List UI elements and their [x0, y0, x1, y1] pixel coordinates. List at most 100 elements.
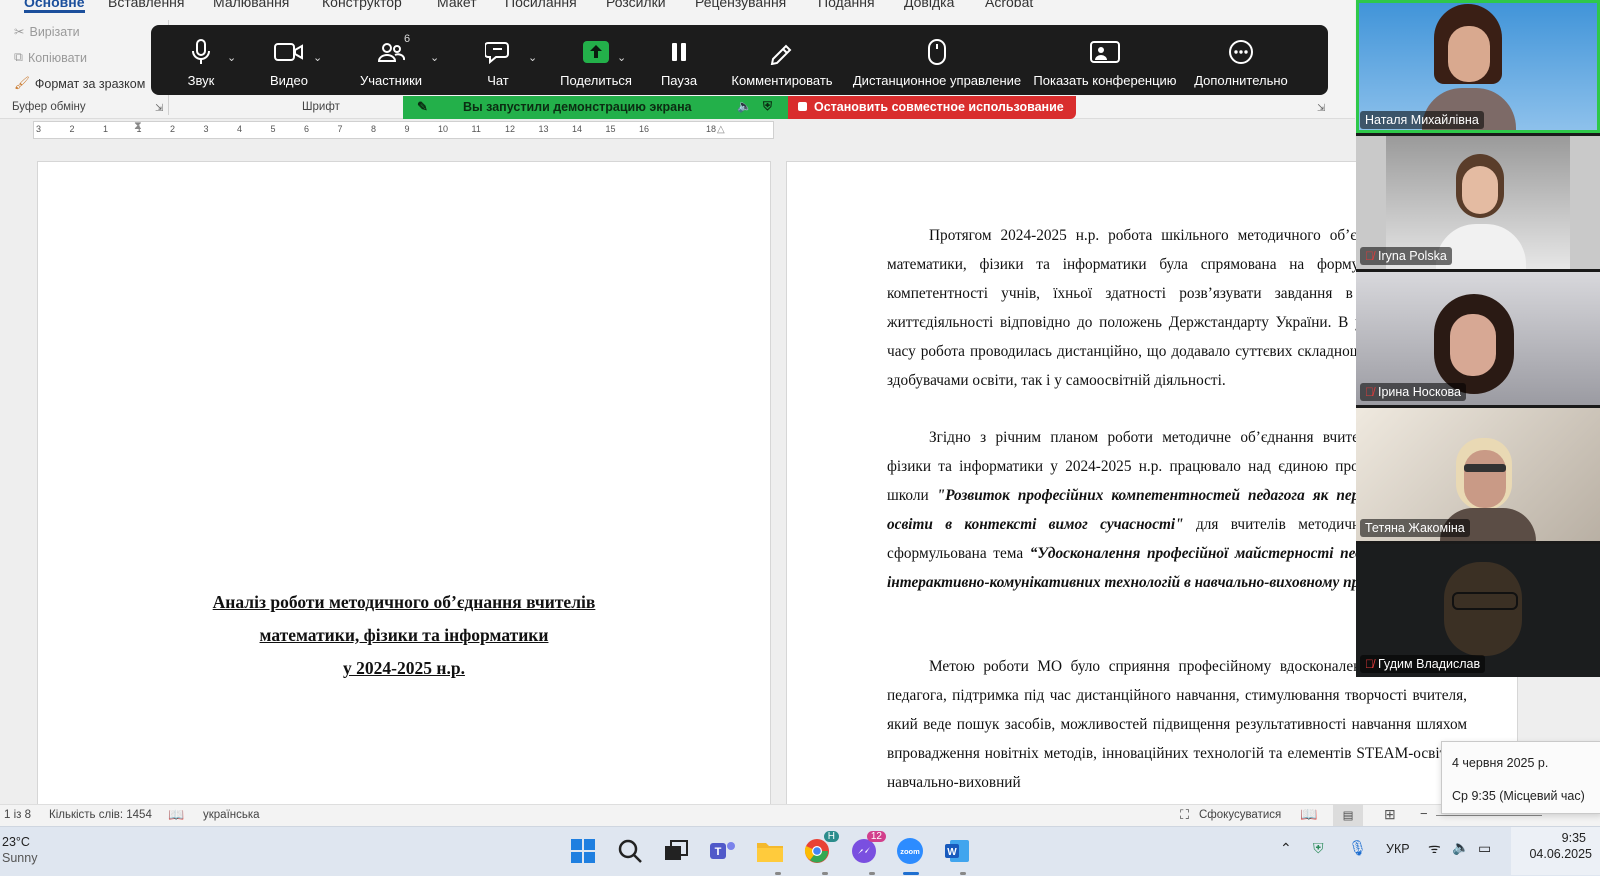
participant-tile[interactable]: 🎙̸ Iryna Polska — [1356, 136, 1600, 269]
ruler-number: 1 — [103, 124, 109, 134]
speaker-icon[interactable]: 🔈 — [737, 99, 752, 113]
word-count[interactable]: Кількість слів: 1454 — [49, 809, 152, 821]
right-indent-marker-icon[interactable]: △ — [717, 124, 725, 135]
audio-button[interactable]: Звук — [173, 25, 229, 95]
mo-theme-text: інтерактивно-комунікативних технологій в… — [887, 573, 1401, 591]
tab-home[interactable]: Основне — [24, 0, 85, 13]
tab-references[interactable]: Посилання — [505, 0, 577, 10]
participant-name: Iryna Polska — [1378, 249, 1447, 263]
clock-tooltip: 4 червня 2025 р. Ср 9:35 (Місцевий час) — [1441, 741, 1600, 814]
ruler-number: 13 — [538, 124, 549, 134]
more-button[interactable]: Дополнительно — [1191, 25, 1291, 95]
tab-acrobat[interactable]: Acrobat — [985, 0, 1033, 10]
chat-button[interactable]: Чат — [473, 25, 523, 95]
tab-design[interactable]: Конструктор — [322, 0, 402, 10]
share-options-caret-icon[interactable]: ⌄ — [617, 51, 626, 64]
ruler-number: 15 — [605, 124, 616, 134]
participant-tile[interactable]: Тетяна Жакоміна — [1356, 408, 1600, 541]
messenger-icon[interactable]: 12 — [848, 831, 886, 867]
read-mode-icon[interactable]: 📖 — [1300, 806, 1317, 823]
proofing-icon[interactable]: 📖 — [168, 807, 184, 823]
clock-button[interactable]: 9:35 04.06.2025 — [1511, 827, 1600, 875]
file-explorer-icon[interactable] — [754, 835, 786, 867]
tab-mailings[interactable]: Розсилки — [606, 0, 666, 10]
focus-button[interactable]: Сфокусуватися — [1199, 809, 1281, 821]
remote-control-button[interactable]: Дистанционное управление — [849, 25, 1025, 95]
chat-options-caret-icon[interactable]: ⌄ — [528, 51, 537, 64]
indent-marker-icon[interactable]: ⧗ — [134, 120, 142, 133]
participant-name-label: 🎙̸ Гудим Владислав — [1360, 655, 1486, 673]
dialog-launcher-icon[interactable]: ⇲ — [155, 103, 163, 114]
tab-layout[interactable]: Макет — [437, 0, 477, 10]
participant-face — [1464, 450, 1506, 508]
task-view-icon[interactable] — [660, 835, 692, 867]
copy-button[interactable]: ⧉ Копіювати — [14, 50, 87, 65]
audio-options-caret-icon[interactable]: ⌄ — [227, 51, 236, 64]
microphone-icon[interactable]: 🎙 — [1348, 839, 1367, 857]
tab-draw[interactable]: Малювання — [213, 0, 289, 10]
show-conference-button[interactable]: Показать конференцию — [1031, 25, 1179, 95]
chevron-up-icon[interactable]: ⌃ — [1280, 840, 1292, 857]
school-theme-text: "Розвиток професійних компетентностей — [936, 486, 1240, 504]
tab-help[interactable]: Довідка — [904, 0, 954, 10]
shield-icon: ⛨ — [763, 99, 773, 113]
document-page-1[interactable]: Аналіз роботи методичного об’єднання вчи… — [37, 161, 771, 813]
zoom-app-icon-label: zoom — [900, 847, 920, 856]
document-title-line-1: Аналіз роботи методичного об’єднання вчи… — [212, 592, 596, 612]
chrome-icon[interactable]: H — [801, 831, 839, 867]
camera-icon — [274, 38, 304, 66]
tab-insert[interactable]: Вставлення — [108, 0, 185, 10]
keyboard-language[interactable]: УКР — [1386, 842, 1410, 856]
share-banner-text: Вы запустили демонстрацию экрана — [463, 100, 692, 114]
chat-label: Чат — [487, 73, 509, 88]
volume-icon[interactable]: 🔈 — [1452, 839, 1469, 856]
dialog-launcher-icon[interactable]: ⇲ — [1317, 103, 1325, 114]
teams-icon[interactable]: T — [707, 835, 739, 867]
tab-view[interactable]: Подання — [818, 0, 875, 10]
zoom-slider[interactable] — [1436, 815, 1542, 816]
stop-share-button[interactable]: Остановить совместное использование — [788, 96, 1076, 119]
windows-start-icon[interactable] — [567, 835, 599, 867]
participant-tile[interactable]: 🎙̸ Ірина Носкова — [1356, 272, 1600, 405]
participants-options-caret-icon[interactable]: ⌄ — [430, 51, 439, 64]
svg-text:W: W — [947, 847, 957, 858]
zoom-app-icon[interactable]: zoom — [894, 835, 926, 867]
ruler-number: 6 — [304, 124, 310, 134]
page-indicator[interactable]: 1 із 8 — [4, 809, 31, 821]
weather-temp: 23°C — [2, 835, 30, 849]
search-icon[interactable] — [614, 835, 646, 867]
pencil-icon — [769, 38, 795, 66]
print-layout-icon[interactable]: ▤ — [1333, 804, 1363, 826]
ruler-number: 18 — [706, 124, 717, 134]
ruler-number: 3 — [203, 124, 209, 134]
participants-button[interactable]: Участники — [356, 25, 426, 95]
format-painter-button[interactable]: 🖌 Формат за зразком — [14, 76, 145, 91]
wifi-icon[interactable]: ᯤ — [1428, 839, 1441, 858]
security-icon[interactable]: ⛨ — [1313, 840, 1324, 857]
ruler-number: 14 — [572, 124, 583, 134]
participant-tile[interactable]: 🎙̸ Гудим Владислав — [1356, 544, 1600, 677]
document-title-line-2: математики, фізики та інформатики — [259, 625, 549, 645]
battery-icon[interactable]: ▭ — [1478, 840, 1491, 857]
zoom-out-icon[interactable]: − — [1420, 806, 1428, 821]
participant-name-label: Тетяна Жакоміна — [1360, 519, 1470, 537]
participant-glasses — [1452, 592, 1518, 610]
annotate-button[interactable]: Комментировать — [729, 25, 835, 95]
word-app-icon[interactable]: W — [941, 835, 973, 867]
web-layout-icon[interactable]: ⊞ — [1384, 806, 1396, 823]
participants-count: 6 — [404, 33, 411, 45]
video-options-caret-icon[interactable]: ⌄ — [313, 51, 322, 64]
show-conference-label: Показать конференцию — [1033, 73, 1177, 88]
language-indicator[interactable]: українська — [203, 809, 260, 821]
ruler-number: 11 — [471, 124, 481, 134]
muted-mic-icon: 🎙̸ — [1365, 249, 1374, 263]
tab-review[interactable]: Рецензування — [695, 0, 786, 10]
pin-icon[interactable]: ✎ — [417, 99, 428, 115]
weather-widget[interactable]: 23°C Sunny — [2, 835, 37, 865]
horizontal-ruler[interactable]: 3 2 1 1 2 3 4 5 6 7 8 9 10 11 12 13 14 15 16 18 ⧗ △ — [33, 120, 774, 139]
cut-button[interactable]: ✂ Вирізати — [14, 24, 80, 40]
video-button[interactable]: Видео — [259, 25, 319, 95]
pause-share-button[interactable]: Пауза — [651, 25, 707, 95]
participant-tile[interactable]: Наталя Михайлівна — [1356, 0, 1600, 133]
ruler-number: 10 — [438, 124, 449, 134]
